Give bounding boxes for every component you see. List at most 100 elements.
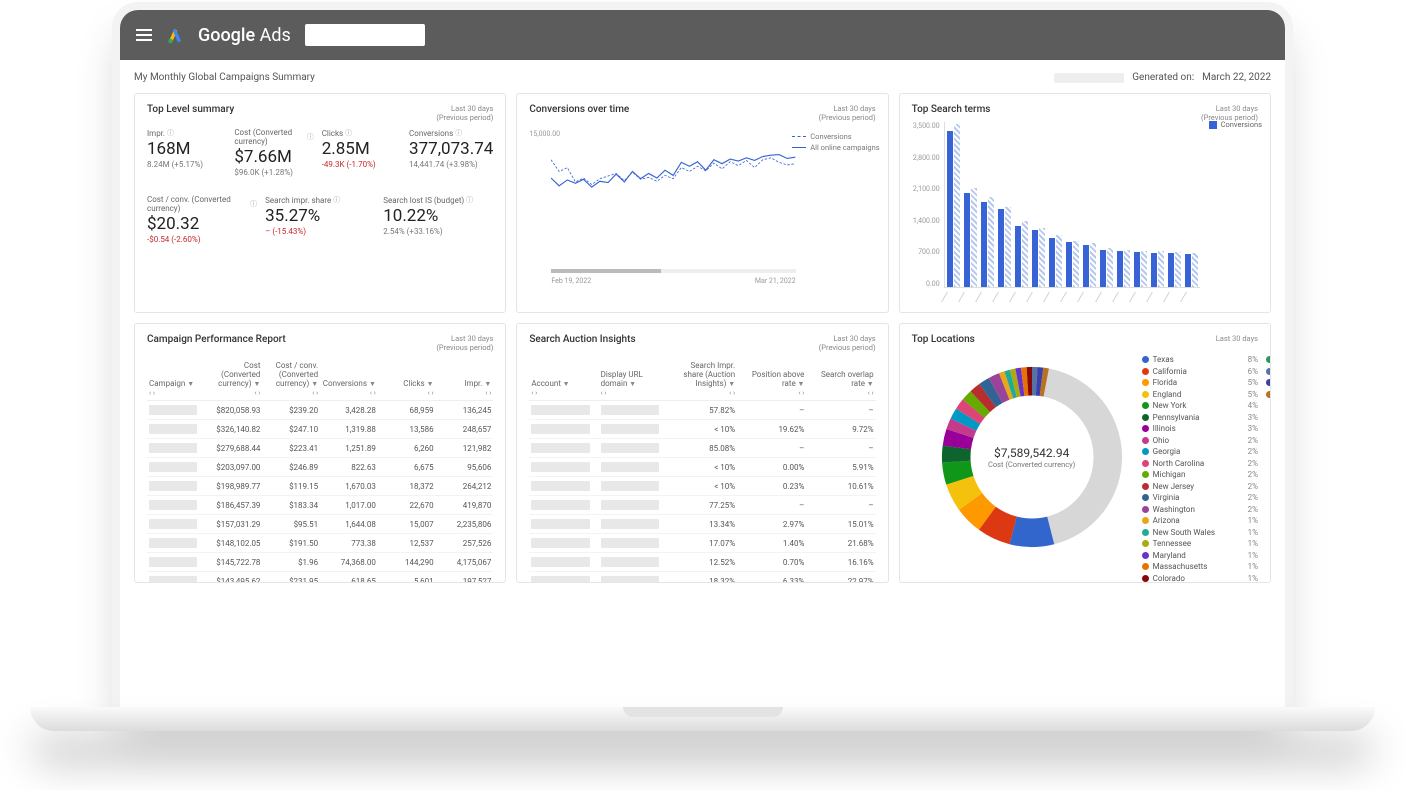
bar-pair xyxy=(1151,122,1164,287)
topbar: Google Ads xyxy=(120,10,1285,60)
table-row[interactable]: $143,495.62$231.95618.655,601197,527 xyxy=(147,572,493,584)
info-icon[interactable] xyxy=(167,128,174,138)
page-title: My Monthly Global Campaigns Summary xyxy=(134,72,315,83)
legend-item[interactable]: New York4% xyxy=(1142,401,1258,410)
bar-pair xyxy=(998,122,1011,287)
info-icon[interactable] xyxy=(333,195,340,205)
generated-on-label: Generated on: xyxy=(1132,72,1194,83)
bar-pair xyxy=(1117,122,1130,287)
info-icon[interactable] xyxy=(455,128,462,138)
donut-center-value: $7,589,542.94 xyxy=(994,446,1069,460)
table-row[interactable]: < 10%0.23%10.61% xyxy=(529,477,875,496)
column-header[interactable]: Cost / conv. (Converted currency) ▼‹ › xyxy=(262,358,320,401)
info-icon[interactable] xyxy=(466,195,473,205)
legend-item[interactable]: Arizona1% xyxy=(1142,516,1258,525)
table-row[interactable]: < 10%0.00%5.91% xyxy=(529,458,875,477)
table-row[interactable]: 18.32%6.33%22.97% xyxy=(529,572,875,584)
kpi-metric: Clicks 2.85M-49.3K (-1.70%) xyxy=(322,128,401,177)
search-input[interactable] xyxy=(305,24,425,46)
legend-item[interactable]: Illinois3% xyxy=(1142,424,1258,433)
bar-pair xyxy=(1049,122,1062,287)
table-row[interactable]: 77.25%–– xyxy=(529,496,875,515)
kpi-metric: Impr. 168M8.24M (+5.17%) xyxy=(147,128,226,177)
legend-item[interactable]: Michigan2% xyxy=(1142,470,1258,479)
legend-item[interactable]: San Francisco Bay Area1% xyxy=(1266,367,1271,376)
table-row[interactable]: 17.07%1.40%21.68% xyxy=(529,534,875,553)
bar-pair xyxy=(1185,122,1198,287)
bar-pair xyxy=(1066,122,1079,287)
table-row[interactable]: $148,102.05$191.50773.3812,537257,526 xyxy=(147,534,493,553)
card-title: Search Auction Insights xyxy=(529,334,635,345)
column-header[interactable]: Search Impr. share (Auction Insights) ▼‹… xyxy=(668,358,737,401)
table-row[interactable]: $203,097.00$246.89822.636,67595,606 xyxy=(147,458,493,477)
line-chart xyxy=(551,128,795,258)
kpi-metric: Search lost IS (budget) 10.22%2.54% (+33… xyxy=(383,195,493,244)
column-header[interactable]: Search overlap rate ▼‹ › xyxy=(806,358,875,401)
table-row[interactable]: $279,688.44$223.411,251.896,260121,982 xyxy=(147,439,493,458)
legend-item[interactable]: Massachusetts1% xyxy=(1142,562,1258,571)
column-header[interactable]: Campaign ▼‹ › xyxy=(147,358,205,401)
table-row[interactable]: $326,140.82$247.101,319.8813,586248,657 xyxy=(147,420,493,439)
donut-center-label: Cost (Converted currency) xyxy=(988,460,1075,469)
redacted-selector[interactable] xyxy=(1054,73,1124,83)
legend-item[interactable]: New South Wales1% xyxy=(1142,528,1258,537)
bar-chart xyxy=(944,122,1200,288)
x-axis-start: Feb 19, 2022 xyxy=(551,277,591,285)
bar-pair xyxy=(981,122,994,287)
card-title: Top Level summary xyxy=(147,104,234,115)
legend-item[interactable]: California6% xyxy=(1142,367,1258,376)
legend-item[interactable]: Maryland1% xyxy=(1142,551,1258,560)
column-header[interactable]: Cost (Converted currency) ▼‹ › xyxy=(205,358,263,401)
legend-item[interactable]: Missouri1% xyxy=(1266,378,1271,387)
legend-item[interactable]: Texas8% xyxy=(1142,355,1258,364)
info-icon[interactable] xyxy=(250,199,257,209)
bar-legend: Conversions xyxy=(1209,120,1262,129)
table-row[interactable]: 85.08%–– xyxy=(529,439,875,458)
kpi-metric: Search impr. share 35.27%– (-15.43%) xyxy=(265,195,375,244)
legend-item[interactable]: Tennessee1% xyxy=(1142,539,1258,548)
bar-pair xyxy=(1015,122,1028,287)
legend-item[interactable]: Florida5% xyxy=(1142,378,1258,387)
legend-item[interactable]: Victoria1% xyxy=(1266,390,1271,399)
table-row[interactable]: < 10%19.62%9.72% xyxy=(529,420,875,439)
table-row[interactable]: $186,457.39$183.341,017.0022,670419,870 xyxy=(147,496,493,515)
info-icon[interactable] xyxy=(345,128,352,138)
legend-item[interactable]: Virginia2% xyxy=(1142,493,1258,502)
table-row[interactable]: 57.82%–– xyxy=(529,401,875,420)
bar-pair xyxy=(1100,122,1113,287)
card-title: Campaign Performance Report xyxy=(147,334,286,345)
card-top-search-terms: Top Search terms Last 30 days(Previous p… xyxy=(899,93,1271,313)
column-header[interactable]: Clicks ▼‹ › xyxy=(378,358,436,401)
legend-item[interactable]: North Carolina2% xyxy=(1142,459,1258,468)
column-header[interactable]: Conversions ▼‹ › xyxy=(320,358,378,401)
kpi-metric: Cost (Converted currency) $7.66M$96.0K (… xyxy=(234,128,313,177)
table-row[interactable]: $820,058.93$239.203,428.2868,959136,245 xyxy=(147,401,493,420)
table-row[interactable]: $198,989.77$119.151,670.0318,372264,212 xyxy=(147,477,493,496)
legend-item[interactable]: Indiana1% xyxy=(1266,355,1271,364)
column-header[interactable]: Display URL domain ▼‹ › xyxy=(599,358,668,401)
location-legend: Texas8% California6% Florida5% England5% New… xyxy=(1142,351,1258,583)
bar-pair xyxy=(1134,122,1147,287)
table-row[interactable]: 12.52%0.70%16.16% xyxy=(529,553,875,572)
table-row[interactable]: $157,031.29$95.511,644.0815,0072,235,806 xyxy=(147,515,493,534)
bar-pair xyxy=(947,122,960,287)
info-icon[interactable] xyxy=(307,132,314,142)
column-header[interactable]: Impr. ▼‹ › xyxy=(436,358,494,401)
bar-pair xyxy=(1168,122,1181,287)
legend-item[interactable]: Ohio2% xyxy=(1142,436,1258,445)
card-title: Conversions over time xyxy=(529,104,629,115)
legend-item[interactable]: Washington2% xyxy=(1142,505,1258,514)
column-header[interactable]: Position above rate ▼‹ › xyxy=(737,358,806,401)
legend-item[interactable]: Colorado1% xyxy=(1142,574,1258,583)
table-row[interactable]: $145,722.78$1.9674,368.00144,2904,175,06… xyxy=(147,553,493,572)
table-row[interactable]: 13.34%2.97%15.01% xyxy=(529,515,875,534)
legend-item[interactable]: England5% xyxy=(1142,390,1258,399)
column-header[interactable]: Account ▼‹ › xyxy=(529,358,598,401)
legend-item[interactable]: Pennsylvania3% xyxy=(1142,413,1258,422)
time-scrubber[interactable] xyxy=(551,269,795,273)
legend-item[interactable]: New Jersey2% xyxy=(1142,482,1258,491)
legend-item[interactable]: Georgia2% xyxy=(1142,447,1258,456)
card-campaign-performance: Campaign Performance Report Last 30 days… xyxy=(134,323,506,583)
menu-icon[interactable] xyxy=(136,29,152,41)
x-axis-end: Mar 21, 2022 xyxy=(755,277,796,285)
